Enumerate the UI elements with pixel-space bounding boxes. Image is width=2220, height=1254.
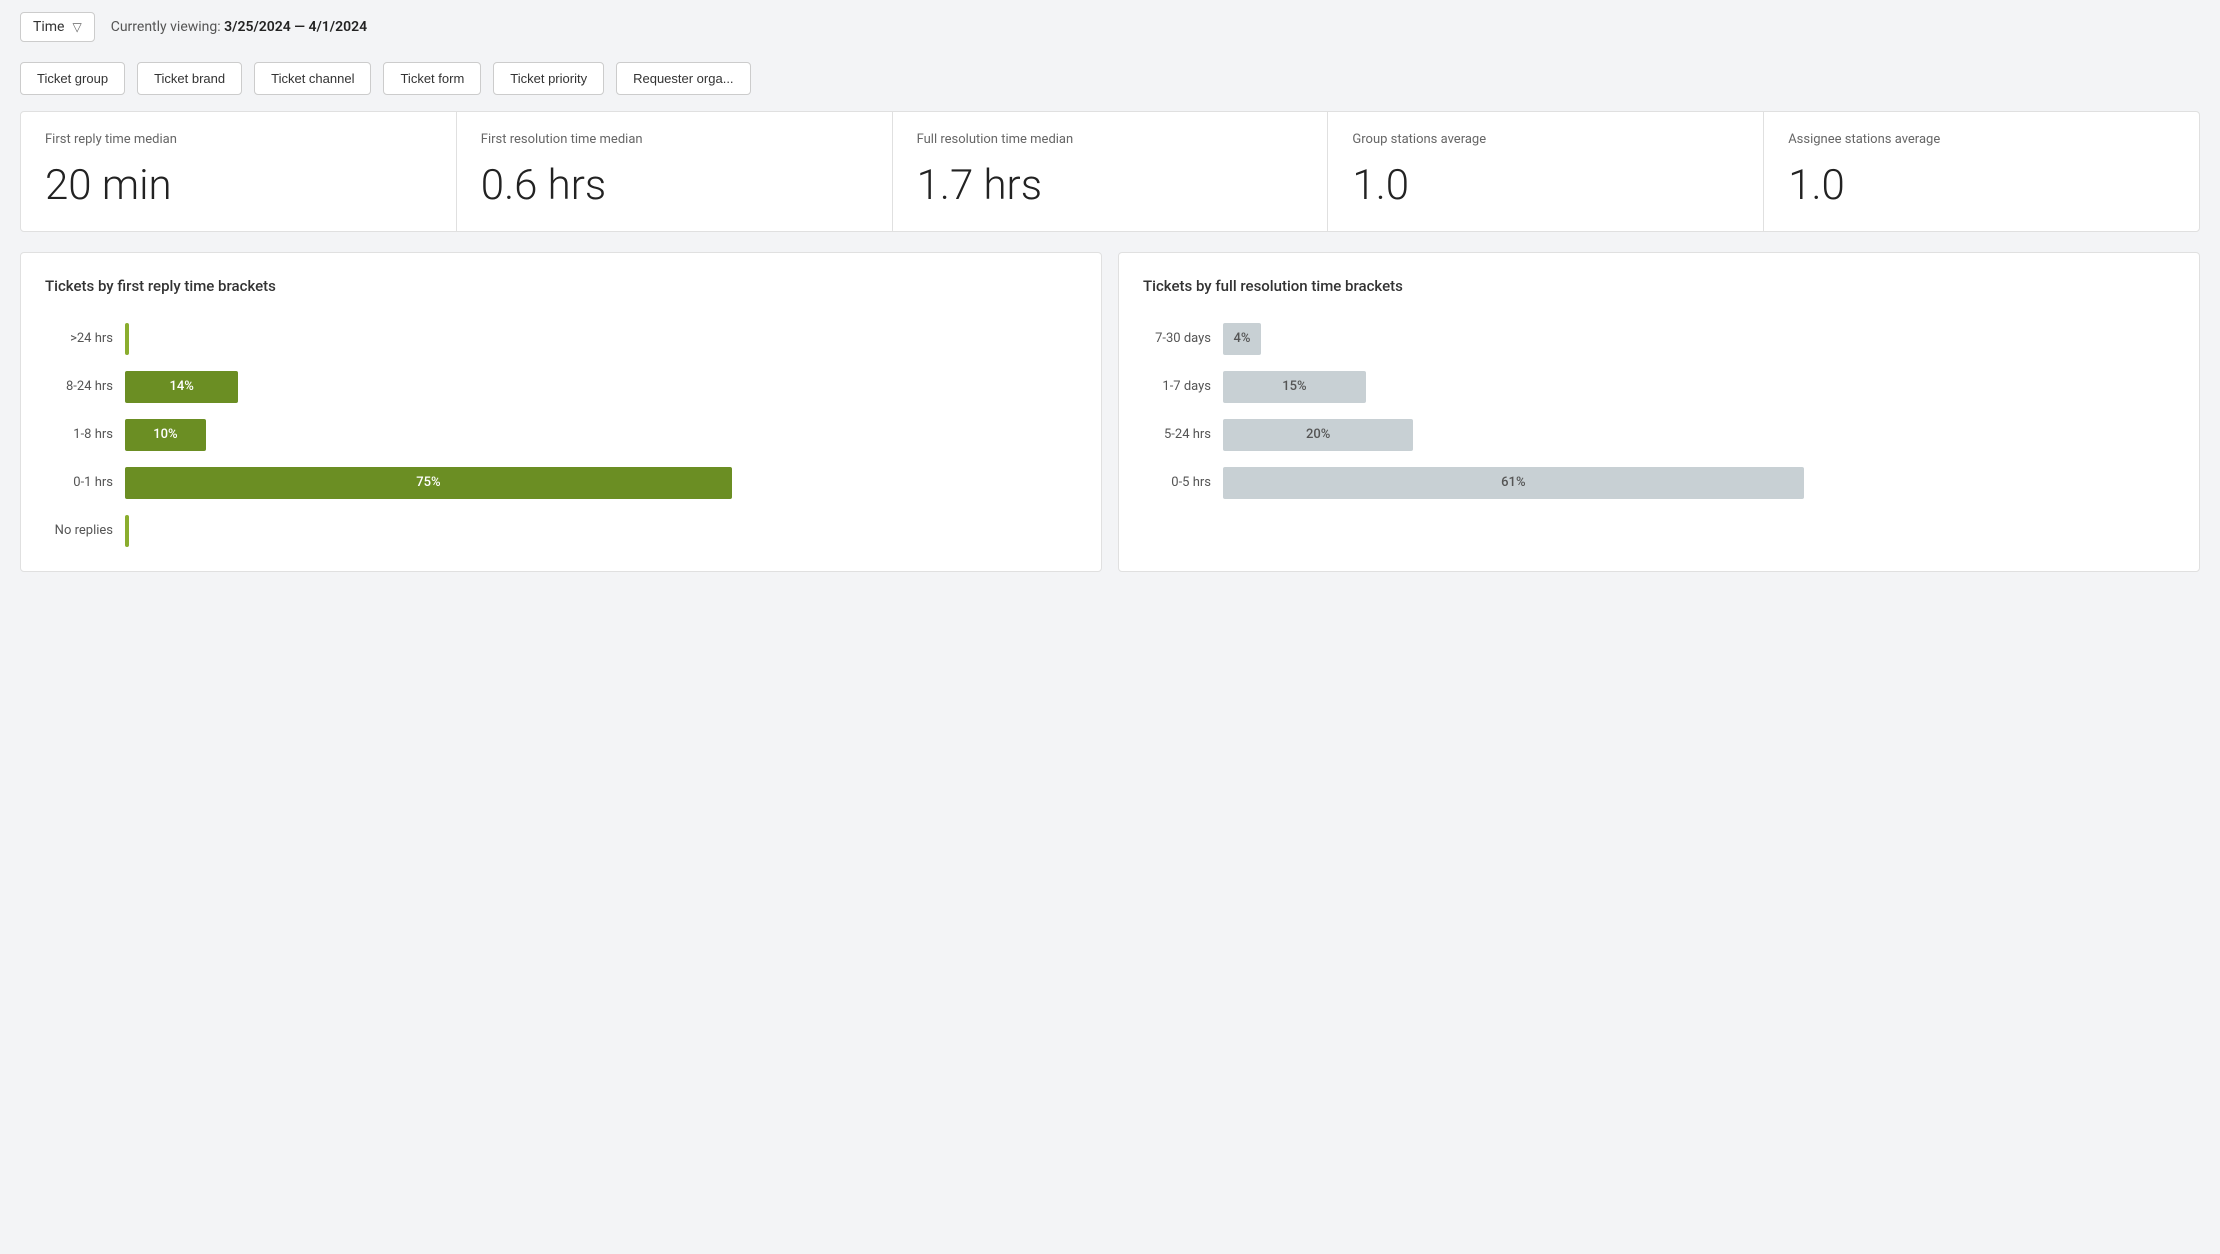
metric-value: 1.0 <box>1788 165 2175 207</box>
metric-value: 0.6 hrs <box>481 165 868 207</box>
bar-container: 61% <box>1223 467 2175 499</box>
filter-bar: Ticket group Ticket brand Ticket channel Ti… <box>0 54 2220 111</box>
bar-row: 1-7 days 15% <box>1143 371 2175 403</box>
chart-left-bars: >24 hrs 8-24 hrs 14% 1-8 hrs 10% 0-1 hrs 75% No… <box>45 323 1077 547</box>
bar-label: 7-30 days <box>1143 331 1211 346</box>
metric-label: Assignee stations average <box>1788 132 2175 149</box>
bar-container: 75% <box>125 467 1077 499</box>
bar-text: 75% <box>408 475 448 490</box>
bar-fill: 61% <box>1223 467 1804 499</box>
metric-value: 1.0 <box>1352 165 1739 207</box>
metric-card-group-stations-avg: Group stations average 1.0 <box>1327 111 1764 232</box>
filter-btn-requester-org[interactable]: Requester orga... <box>616 62 750 95</box>
bar-text: 10% <box>145 427 185 442</box>
bar-row: 0-1 hrs 75% <box>45 467 1077 499</box>
bar-label: 1-8 hrs <box>45 427 113 442</box>
chart-right-bars: 7-30 days 4% 1-7 days 15% 5-24 hrs 20% 0-5 hrs… <box>1143 323 2175 499</box>
metric-value: 1.7 hrs <box>917 165 1304 207</box>
bar-fill: 20% <box>1223 419 1413 451</box>
bar-text: 4% <box>1226 331 1259 346</box>
filter-btn-ticket-group[interactable]: Ticket group <box>20 62 125 95</box>
date-range-text: Currently viewing: 3/25/2024 — 4/1/2024 <box>111 19 367 35</box>
metric-card-full-resolution-median: Full resolution time median 1.7 hrs <box>892 111 1329 232</box>
bar-label: No replies <box>45 523 113 538</box>
bar-row: 0-5 hrs 61% <box>1143 467 2175 499</box>
chart-first-reply: Tickets by first reply time brackets >24… <box>20 252 1102 572</box>
bar-fill: 4% <box>1223 323 1261 355</box>
bar-row: No replies <box>45 515 1077 547</box>
bar-container: 15% <box>1223 371 2175 403</box>
thin-bar <box>125 323 129 355</box>
bar-fill: 15% <box>1223 371 1366 403</box>
filter-icon: ▽ <box>72 20 81 34</box>
metric-card-first-reply-median: First reply time median 20 min <box>20 111 457 232</box>
bar-text: 15% <box>1274 379 1314 394</box>
bar-row: 5-24 hrs 20% <box>1143 419 2175 451</box>
bar-label: 8-24 hrs <box>45 379 113 394</box>
bar-container: 14% <box>125 371 1077 403</box>
bar-text: 61% <box>1493 475 1533 490</box>
bar-container <box>125 323 1077 355</box>
metric-value: 20 min <box>45 165 432 207</box>
metrics-row: First reply time median 20 min First res… <box>0 111 2220 252</box>
bar-row: >24 hrs <box>45 323 1077 355</box>
filter-btn-ticket-priority[interactable]: Ticket priority <box>493 62 604 95</box>
bar-container: 4% <box>1223 323 2175 355</box>
bar-row: 8-24 hrs 14% <box>45 371 1077 403</box>
bar-label: 5-24 hrs <box>1143 427 1211 442</box>
metric-card-first-resolution-median: First resolution time median 0.6 hrs <box>456 111 893 232</box>
bar-text: 20% <box>1298 427 1338 442</box>
bar-label: >24 hrs <box>45 331 113 346</box>
bar-fill: 75% <box>125 467 732 499</box>
bar-container: 10% <box>125 419 1077 451</box>
date-range-value: 3/25/2024 — 4/1/2024 <box>224 19 367 35</box>
thin-bar <box>125 515 129 547</box>
bar-row: 7-30 days 4% <box>1143 323 2175 355</box>
time-filter-label: Time <box>33 19 64 35</box>
bar-fill: 14% <box>125 371 238 403</box>
bar-label: 1-7 days <box>1143 379 1211 394</box>
chart-full-resolution: Tickets by full resolution time brackets… <box>1118 252 2200 572</box>
bar-row: 1-8 hrs 10% <box>45 419 1077 451</box>
chart-right-title: Tickets by full resolution time brackets <box>1143 277 2175 295</box>
charts-row: Tickets by first reply time brackets >24… <box>0 252 2220 592</box>
metric-label: First resolution time median <box>481 132 868 149</box>
bar-container <box>125 515 1077 547</box>
filter-btn-ticket-brand[interactable]: Ticket brand <box>137 62 242 95</box>
bar-label: 0-5 hrs <box>1143 475 1211 490</box>
filter-btn-ticket-channel[interactable]: Ticket channel <box>254 62 371 95</box>
bar-fill: 10% <box>125 419 206 451</box>
metric-label: Group stations average <box>1352 132 1739 149</box>
time-filter-button[interactable]: Time ▽ <box>20 12 95 42</box>
top-bar: Time ▽ Currently viewing: 3/25/2024 — 4/… <box>0 0 2220 54</box>
filter-btn-ticket-form[interactable]: Ticket form <box>383 62 481 95</box>
metric-label: Full resolution time median <box>917 132 1304 149</box>
metric-card-assignee-stations-avg: Assignee stations average 1.0 <box>1763 111 2200 232</box>
metric-label: First reply time median <box>45 132 432 149</box>
bar-text: 14% <box>161 379 201 394</box>
bar-container: 20% <box>1223 419 2175 451</box>
bar-label: 0-1 hrs <box>45 475 113 490</box>
currently-viewing-prefix: Currently viewing: <box>111 19 224 35</box>
chart-left-title: Tickets by first reply time brackets <box>45 277 1077 295</box>
